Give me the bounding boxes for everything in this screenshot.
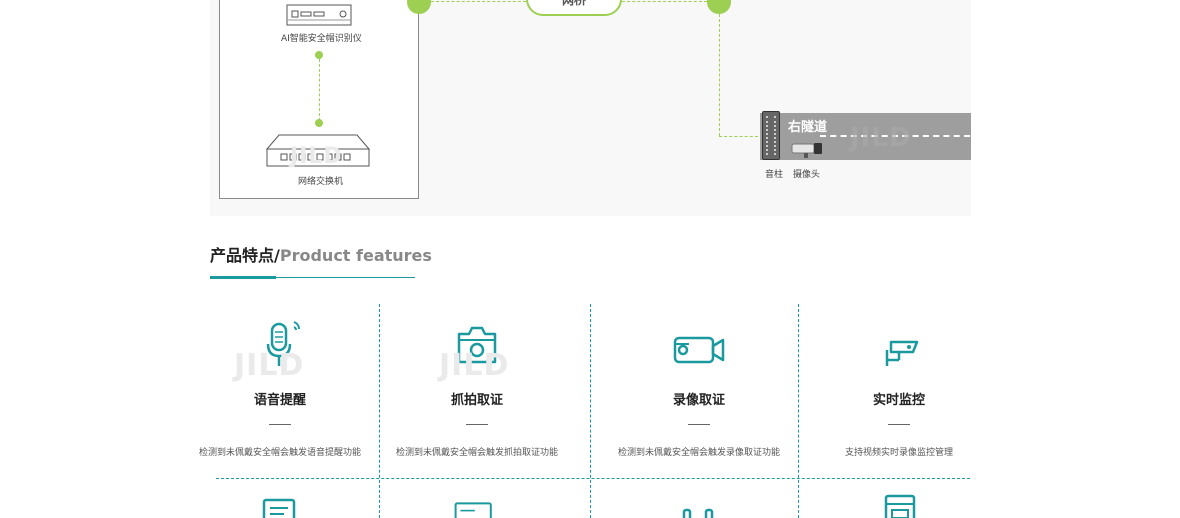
grid-divider (216, 478, 970, 479)
connector-line (319, 59, 320, 121)
device-label: AI智能安全帽识别仪 (281, 34, 362, 44)
features-heading-en: Product features (279, 246, 432, 265)
features-heading: 产品特点/Product features (210, 242, 432, 266)
connector-dot (315, 51, 323, 59)
watermark: JILD (439, 348, 510, 383)
net-label: 网桥 (561, 0, 586, 7)
connector-dot (315, 119, 323, 127)
speaker-pillar-icon (762, 111, 780, 160)
feature-desc: 支持视频实时录像监控管理 (844, 448, 953, 458)
cctv-icon (885, 340, 919, 366)
id-card-icon (454, 502, 492, 518)
grid-divider (590, 304, 591, 518)
feature-title: 抓拍取证 (450, 393, 503, 408)
network-bridge-node: 网桥 (526, 0, 622, 16)
connector-line (431, 1, 526, 2)
connector-line (622, 1, 707, 2)
watermark: JILD (290, 144, 343, 169)
feature-card-monitoring: 实时监控 支持视频实时录像监控管理 (810, 300, 988, 475)
grid-divider (379, 304, 380, 518)
feature-card-voice: JILD 语音提醒 检测到未佩戴安全帽会触发语音提醒功能 (190, 300, 370, 475)
control-cabinet-box: AI智能安全帽识别仪 JILD 网络交换机 (219, 0, 419, 199)
ai-recognizer-icon (286, 4, 352, 26)
title-divider (269, 424, 291, 425)
features-heading-cn: 产品特点/ (210, 246, 280, 265)
feature-title: 语音提醒 (253, 393, 306, 408)
network-diagram: AI智能安全帽识别仪 JILD 网络交换机 网桥 右隧道 JILD 音柱 摄像头 (210, 0, 971, 216)
title-divider (888, 424, 910, 425)
tunnel-label: 右隧道 (788, 120, 828, 135)
bullet-camera-icon (791, 143, 822, 158)
camera-label: 摄像头 (793, 170, 821, 180)
feature-card-recording: 录像取证 检测到未佩戴安全帽会触发录像取证功能 (609, 300, 789, 475)
connector-line (719, 14, 720, 136)
watermark: JILD (234, 348, 305, 383)
grid-divider (798, 304, 799, 518)
heading-underline-accent (210, 276, 276, 279)
watermark: JILD (850, 123, 912, 153)
pillar-label: 音柱 (765, 170, 784, 180)
title-divider (466, 424, 488, 425)
monitor-icon (884, 494, 916, 518)
title-divider (688, 424, 710, 425)
users-icon (682, 508, 714, 518)
feature-title: 录像取证 (672, 393, 725, 408)
feature-desc: 检测到未佩戴安全帽会触发语音提醒功能 (198, 448, 361, 458)
connector-dot (707, 0, 731, 14)
connector-line (719, 136, 763, 137)
document-icon (262, 498, 296, 518)
video-camera-icon (673, 336, 725, 364)
feature-card-snapshot: JILD 抓拍取证 检测到未佩戴安全帽会触发抓拍取证功能 (387, 300, 567, 475)
feature-desc: 检测到未佩戴安全帽会触发抓拍取证功能 (395, 448, 558, 458)
switch-label: 网络交换机 (298, 177, 344, 187)
feature-title: 实时监控 (872, 393, 925, 408)
feature-desc: 检测到未佩戴安全帽会触发录像取证功能 (617, 448, 780, 458)
